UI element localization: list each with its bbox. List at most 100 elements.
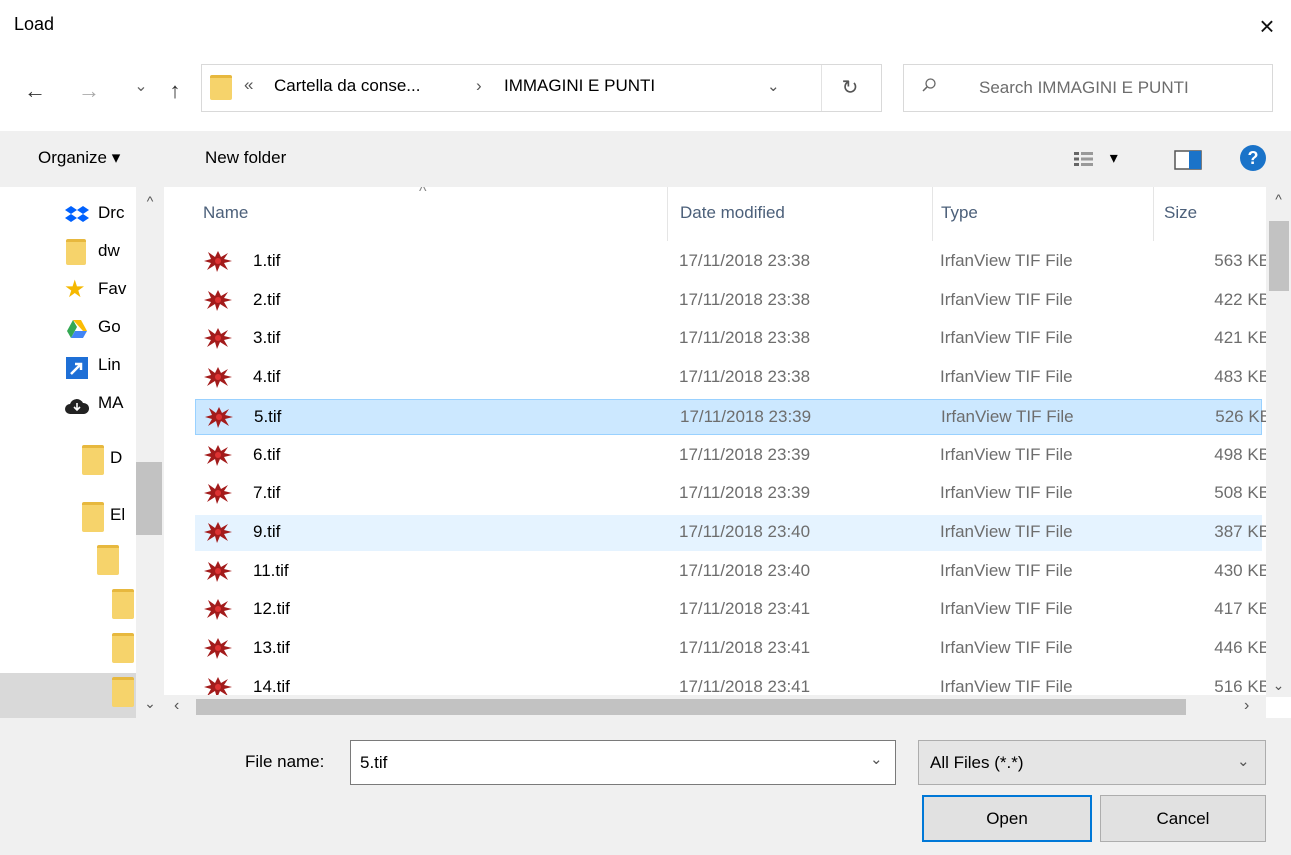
column-header-name[interactable]: Name xyxy=(203,203,248,223)
scroll-down-button[interactable]: ⌄ xyxy=(136,695,164,712)
shortcut-icon xyxy=(66,357,88,379)
file-row[interactable]: 11.tif 17/11/2018 23:40 IrfanView TIF File… xyxy=(195,554,1270,590)
file-name: 14.tif xyxy=(253,676,290,696)
forward-button[interactable]: → xyxy=(74,76,104,106)
file-size: 508 KB xyxy=(1214,483,1270,503)
file-date-modified: 17/11/2018 23:38 xyxy=(679,251,811,270)
scroll-up-button[interactable]: ^ xyxy=(1266,191,1291,207)
back-button[interactable]: ← xyxy=(20,76,50,106)
file-date-modified: 17/11/2018 23:39 xyxy=(680,406,812,426)
folder-icon xyxy=(82,502,104,532)
nav-item-label: El xyxy=(110,505,126,524)
scroll-thumb[interactable] xyxy=(136,462,162,535)
file-row[interactable]: 12.tif 17/11/2018 23:41 IrfanView TIF File… xyxy=(195,592,1270,628)
file-name: 1.tif xyxy=(253,251,281,270)
breadcrumb-separator[interactable]: › xyxy=(476,76,482,96)
new-folder-button[interactable]: New folder xyxy=(205,148,286,168)
open-button[interactable]: Open xyxy=(922,795,1092,842)
scroll-thumb[interactable] xyxy=(1269,221,1289,291)
address-bar[interactable]: « Cartella da conse... › IMMAGINI E PUNT… xyxy=(201,64,882,112)
nav-item-label: Fav xyxy=(98,279,127,298)
search-input[interactable]: Search IMMAGINI E PUNTI xyxy=(903,64,1273,112)
file-date-modified: 17/11/2018 23:38 xyxy=(679,289,811,309)
scroll-down-button[interactable]: ⌄ xyxy=(1266,677,1291,694)
tif-file-icon xyxy=(203,636,233,665)
file-list: ^ Name Date modified Type Size 1.tif 17/1… xyxy=(164,187,1291,718)
breadcrumb-segment[interactable]: Cartella da conse... xyxy=(274,76,420,96)
file-row[interactable]: 4.tif 17/11/2018 23:38 IrfanView TIF File 4… xyxy=(195,360,1270,396)
scroll-up-button[interactable]: ^ xyxy=(136,193,164,209)
help-icon[interactable]: ? xyxy=(1240,145,1266,171)
scroll-thumb[interactable] xyxy=(196,699,1186,715)
horizontal-scrollbar[interactable]: ‹ › xyxy=(164,695,1266,718)
file-type: IrfanView TIF File xyxy=(940,251,1073,270)
cancel-button[interactable]: Cancel xyxy=(1100,795,1266,842)
file-row[interactable]: 7.tif 17/11/2018 23:39 IrfanView TIF File 5… xyxy=(195,476,1270,512)
folder-icon xyxy=(210,75,232,100)
navigation-pane: Drc dw ★ Fav Go Lin MA D El ^ ⌄ xyxy=(0,187,164,718)
file-date-modified: 17/11/2018 23:40 xyxy=(679,521,811,541)
google-drive-icon xyxy=(67,320,87,338)
column-divider[interactable] xyxy=(667,187,668,241)
column-header-date[interactable]: Date modified xyxy=(680,203,785,223)
folder-icon xyxy=(112,677,134,707)
file-type: IrfanView TIF File xyxy=(940,444,1073,464)
file-name-dropdown-button[interactable]: ⌄ xyxy=(870,750,883,768)
file-row[interactable]: 6.tif 17/11/2018 23:39 IrfanView TIF File 4… xyxy=(195,438,1270,474)
file-type-value: All Files (*.*) xyxy=(930,753,1024,772)
file-row[interactable]: 2.tif 17/11/2018 23:38 IrfanView TIF File 4… xyxy=(195,283,1270,319)
close-button[interactable]: × xyxy=(1250,6,1284,46)
column-divider[interactable] xyxy=(1153,187,1154,241)
scroll-left-button[interactable]: ‹ xyxy=(174,697,179,715)
column-header-size[interactable]: Size xyxy=(1164,203,1197,223)
file-row[interactable]: 5.tif 17/11/2018 23:39 IrfanView TIF File 5… xyxy=(195,398,1271,435)
file-type-select[interactable]: All Files (*.*) ⌄ xyxy=(918,740,1266,785)
file-row[interactable]: 1.tif 17/11/2018 23:38 IrfanView TIF File 5… xyxy=(195,244,1270,280)
change-view-button[interactable]: ▾ xyxy=(1073,148,1118,169)
address-dropdown-button[interactable]: ⌄ xyxy=(767,77,780,95)
file-row[interactable]: 13.tif 17/11/2018 23:41 IrfanView TIF File… xyxy=(195,631,1270,667)
file-type: IrfanView TIF File xyxy=(940,367,1073,387)
file-type: IrfanView TIF File xyxy=(940,328,1073,348)
file-date-modified: 17/11/2018 23:38 xyxy=(679,367,811,387)
file-row[interactable]: 9.tif 17/11/2018 23:40 IrfanView TIF File 3… xyxy=(195,514,1270,551)
up-button[interactable]: ↑ xyxy=(160,76,190,106)
nav-scrollbar[interactable]: ^ ⌄ xyxy=(136,187,164,718)
file-date-modified: 17/11/2018 23:41 xyxy=(679,599,811,619)
file-name: 7.tif xyxy=(253,483,281,503)
nav-item-folder[interactable] xyxy=(112,677,136,715)
address-overflow[interactable]: « xyxy=(244,75,253,95)
column-divider[interactable] xyxy=(932,187,933,241)
file-date-modified: 17/11/2018 23:41 xyxy=(679,638,811,657)
file-size: 563 KB xyxy=(1214,251,1270,270)
view-details-icon xyxy=(1074,151,1093,166)
column-header-row: ^ Name Date modified Type Size xyxy=(164,187,1266,241)
nav-item-folder[interactable] xyxy=(97,545,127,583)
file-name-input[interactable] xyxy=(350,740,896,785)
file-name: 9.tif xyxy=(253,521,281,541)
organize-menu-button[interactable]: Organize ▾ xyxy=(38,148,120,168)
nav-item-folder[interactable] xyxy=(112,589,136,627)
tif-file-icon xyxy=(203,365,233,394)
breadcrumb-segment[interactable]: IMMAGINI E PUNTI xyxy=(504,76,655,96)
vertical-scrollbar[interactable]: ^ ⌄ xyxy=(1266,187,1291,697)
refresh-button[interactable]: ↻ xyxy=(830,75,870,100)
file-date-modified: 17/11/2018 23:39 xyxy=(679,483,811,503)
file-size: 421 KB xyxy=(1214,328,1270,348)
folder-icon xyxy=(112,589,134,619)
folder-icon xyxy=(66,239,86,265)
column-header-type[interactable]: Type xyxy=(941,203,978,223)
view-dropdown-arrow: ▾ xyxy=(1109,150,1118,167)
scroll-right-button[interactable]: › xyxy=(1244,697,1249,715)
nav-item-folder[interactable] xyxy=(112,633,136,671)
recent-locations-button[interactable]: ⌄ xyxy=(130,72,152,102)
file-size: 483 KB xyxy=(1214,367,1270,387)
preview-pane-icon[interactable] xyxy=(1174,150,1202,170)
tif-file-icon xyxy=(203,520,233,549)
file-name: 3.tif xyxy=(253,328,281,348)
file-size: 387 KB xyxy=(1214,521,1270,541)
window-title: Load xyxy=(14,14,55,34)
file-type: IrfanView TIF File xyxy=(940,676,1073,696)
file-row[interactable]: 3.tif 17/11/2018 23:38 IrfanView TIF File 4… xyxy=(195,321,1270,357)
tif-file-icon xyxy=(203,288,233,317)
